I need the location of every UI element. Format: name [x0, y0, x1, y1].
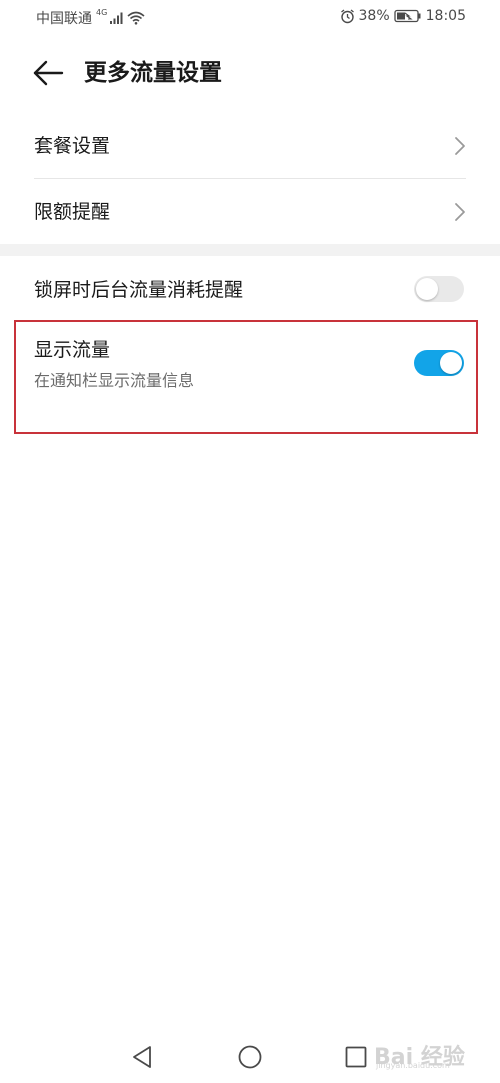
divider [34, 178, 466, 179]
signal-icon [110, 12, 123, 24]
circle-home-icon [238, 1045, 262, 1069]
app-header: 更多流量设置 [0, 50, 500, 98]
section-separator [0, 244, 500, 256]
show-data-usage-row: 显示流量 在通知栏显示流量信息 [34, 320, 466, 434]
switch-knob [416, 278, 438, 300]
status-left: 中国联通 4G [36, 8, 145, 28]
status-right: 38% 18:05 [340, 8, 466, 24]
plan-settings-label: 套餐设置 [34, 135, 111, 157]
battery-percent: 38% [358, 8, 390, 24]
chevron-right-icon [455, 137, 465, 155]
system-nav-bar: Bai 经验 jingyan.baidu.com [0, 1030, 500, 1083]
limit-reminder-label: 限额提醒 [34, 201, 111, 223]
lockscreen-data-reminder-label: 锁屏时后台流量消耗提醒 [34, 279, 244, 301]
square-recents-icon [345, 1046, 367, 1068]
back-arrow-icon [33, 60, 64, 86]
battery-charging-icon [393, 9, 421, 23]
lockscreen-data-reminder-row: 锁屏时后台流量消耗提醒 [34, 256, 466, 320]
back-button[interactable] [32, 58, 66, 88]
lockscreen-data-reminder-switch[interactable] [414, 276, 464, 302]
triangle-back-icon [133, 1046, 151, 1068]
network-type: 4G [96, 8, 108, 17]
switch-knob [440, 352, 462, 374]
limit-reminder-item[interactable]: 限额提醒 [34, 180, 466, 244]
status-bar: 中国联通 4G 38% 18:05 [0, 0, 500, 36]
alarm-icon [340, 8, 354, 23]
nav-recents-button[interactable] [343, 1044, 369, 1070]
show-data-usage-switch[interactable] [414, 350, 464, 376]
watermark-url: jingyan.baidu.com [376, 1061, 450, 1070]
watermark: Bai 经验 jingyan.baidu.com [370, 1035, 490, 1075]
carrier-name: 中国联通 [36, 11, 92, 27]
plan-settings-item[interactable]: 套餐设置 [34, 114, 466, 178]
nav-back-button[interactable] [130, 1044, 156, 1070]
show-data-usage-label: 显示流量 [34, 339, 111, 361]
clock-time: 18:05 [425, 8, 466, 24]
wifi-icon [127, 11, 145, 25]
page-title: 更多流量设置 [84, 60, 222, 86]
chevron-right-icon [455, 203, 465, 221]
show-data-usage-subtitle: 在通知栏显示流量信息 [34, 371, 195, 390]
nav-home-button[interactable] [237, 1044, 263, 1070]
